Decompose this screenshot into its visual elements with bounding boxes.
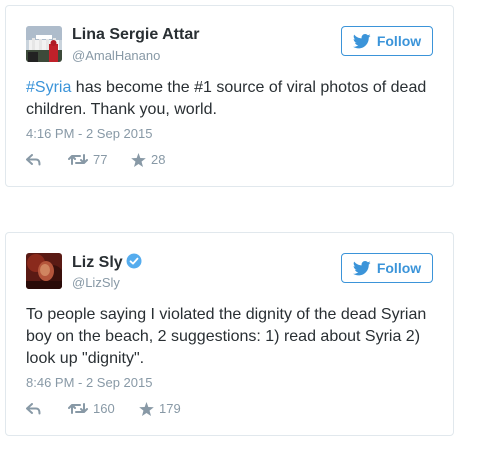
avatar[interactable] bbox=[26, 26, 62, 62]
like-button[interactable]: 28 bbox=[131, 152, 165, 167]
tweet-timestamp[interactable]: 8:46 PM - 2 Sep 2015 bbox=[26, 375, 152, 390]
retweet-icon bbox=[68, 403, 88, 414]
tweet-text: To people saying I violated the dignity … bbox=[26, 306, 427, 367]
hashtag-link[interactable]: #Syria bbox=[26, 79, 71, 96]
twitter-bird-icon bbox=[352, 33, 371, 48]
tweet-actions: 160 179 bbox=[26, 401, 181, 416]
like-button[interactable]: 179 bbox=[139, 401, 181, 416]
follow-button-label: Follow bbox=[376, 33, 422, 49]
star-icon bbox=[131, 152, 146, 167]
avatar[interactable] bbox=[26, 253, 62, 289]
retweet-icon bbox=[68, 154, 88, 165]
verified-badge-icon bbox=[126, 253, 142, 269]
user-handle[interactable]: @LizSly bbox=[72, 275, 120, 290]
avatar-image bbox=[26, 26, 62, 62]
user-handle[interactable]: @AmalHanano bbox=[72, 48, 160, 63]
avatar-image bbox=[26, 253, 62, 289]
twitter-bird-icon bbox=[352, 260, 371, 275]
reply-icon bbox=[26, 153, 41, 165]
like-count: 28 bbox=[151, 152, 166, 167]
tweet-card: Lina Sergie Attar @AmalHanano Follow #Sy… bbox=[5, 5, 454, 187]
follow-button[interactable]: Follow bbox=[341, 253, 433, 283]
like-count: 179 bbox=[159, 401, 181, 416]
reply-button[interactable] bbox=[26, 153, 68, 166]
reply-button[interactable] bbox=[26, 402, 68, 415]
retweet-button[interactable]: 77 bbox=[68, 152, 131, 167]
retweet-button[interactable]: 160 bbox=[68, 401, 139, 416]
tweet-actions: 77 28 bbox=[26, 152, 165, 167]
follow-button[interactable]: Follow bbox=[341, 26, 433, 56]
tweet-text-body: has become the #1 source of viral photos… bbox=[26, 79, 427, 118]
display-name[interactable]: Liz Sly bbox=[72, 253, 142, 272]
tweet-timestamp[interactable]: 4:16 PM - 2 Sep 2015 bbox=[26, 126, 152, 141]
display-name-text: Liz Sly bbox=[72, 254, 123, 271]
retweet-count: 160 bbox=[93, 401, 115, 416]
follow-button-label: Follow bbox=[376, 260, 422, 276]
tweet-text: #Syria has become the #1 source of viral… bbox=[26, 77, 435, 121]
tweet-card: Liz Sly @LizSly Follow To people saying … bbox=[5, 232, 454, 436]
retweet-count: 77 bbox=[93, 152, 108, 167]
display-name[interactable]: Lina Sergie Attar bbox=[72, 26, 199, 44]
reply-icon bbox=[26, 402, 41, 414]
star-icon bbox=[139, 401, 154, 416]
